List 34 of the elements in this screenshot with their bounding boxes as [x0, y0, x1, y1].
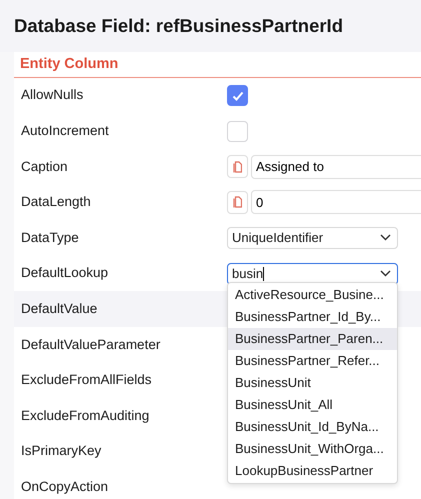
property-label: AllowNulls [21, 86, 84, 104]
dropdown-option[interactable]: BusinessUnit_WithOrga... [228, 438, 397, 460]
section-heading: Entity Column [14, 54, 421, 78]
property-label: DefaultValueParameter [21, 336, 162, 354]
select-field[interactable]: UniqueIdentifier [227, 226, 398, 249]
property-label: IsPrimaryKey [21, 442, 102, 460]
page-title: Database Field: refBusinessPartnerId [14, 14, 343, 38]
property-label: Caption [21, 158, 69, 176]
dropdown-option[interactable]: BusinessUnit [228, 372, 397, 394]
property-label: DefaultValue [21, 300, 98, 318]
dropdown-option[interactable]: BusinessPartner_Refer... [228, 350, 397, 372]
dropdown-option[interactable]: BusinessPartner_Id_By... [228, 306, 397, 328]
caret-icon [380, 270, 391, 278]
property-label: ExcludeFromAuditing [21, 406, 150, 425]
dropdown-option[interactable]: BusinessUnit_All [228, 394, 397, 416]
dropdown-option[interactable]: BusinessPartner_Paren... [228, 328, 397, 350]
check-icon [232, 90, 244, 101]
caret-icon [380, 234, 391, 242]
checkbox[interactable] [227, 85, 248, 106]
dropdown-option[interactable]: LookupBusinessPartner [228, 460, 397, 482]
property-label: ExcludeFromAllFields [21, 371, 153, 390]
dropdown-option[interactable]: ActiveResource_Busine... [228, 284, 397, 306]
text-field[interactable]: Assigned to [251, 154, 421, 179]
property-label: AutoIncrement [21, 122, 110, 140]
copy-button[interactable] [227, 155, 248, 178]
copy-icon [233, 160, 242, 173]
property-label: OnCopyAction [21, 478, 110, 496]
property-label: DataLength [21, 193, 92, 212]
text-field[interactable]: 0 [251, 190, 421, 214]
property-label: DataType [21, 228, 80, 247]
dropdown-option[interactable]: BusinessUnit_Id_ByNa... [228, 416, 397, 438]
property-label: DefaultLookup [21, 264, 110, 282]
copy-icon [233, 196, 242, 208]
copy-button[interactable] [227, 190, 248, 214]
